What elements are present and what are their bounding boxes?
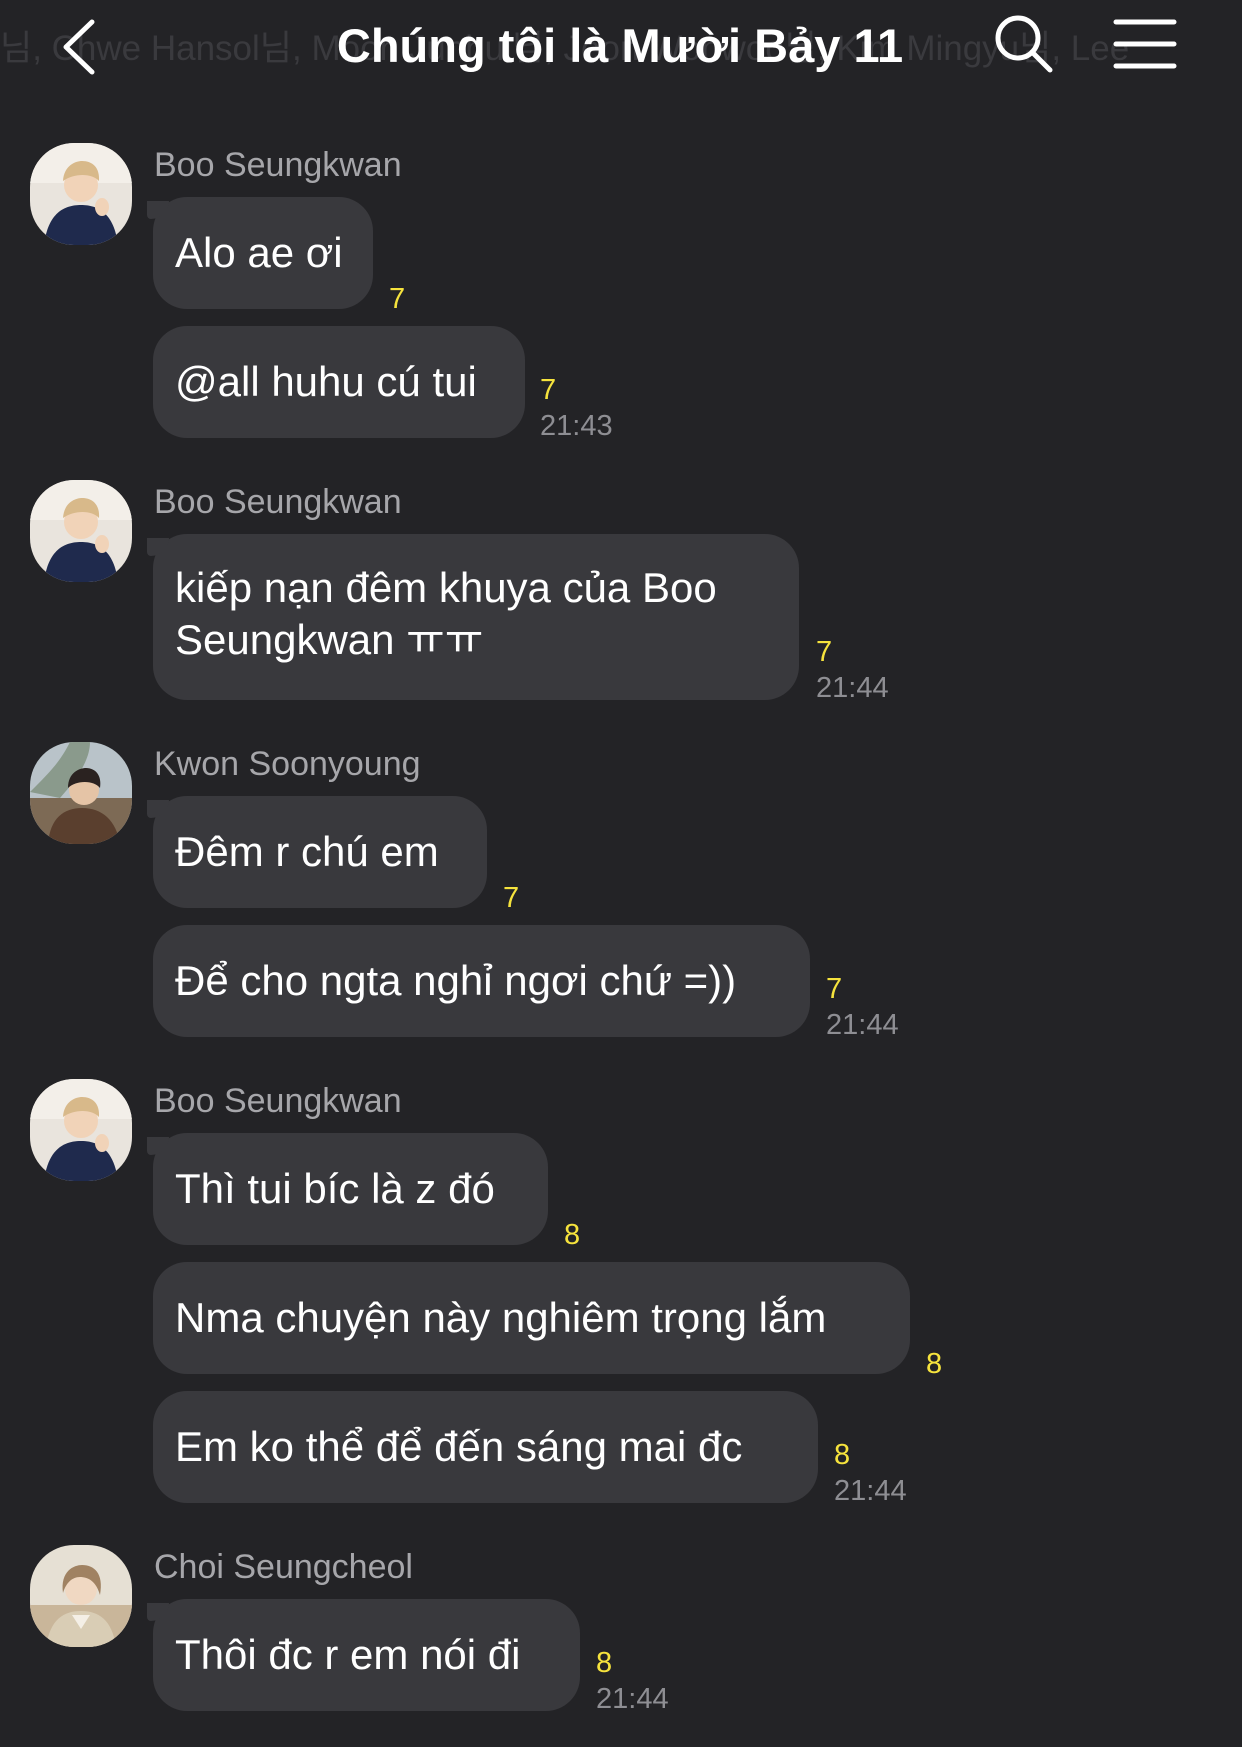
message-timestamp: 21:43	[540, 410, 613, 442]
message-timestamp: 21:44	[826, 1009, 899, 1041]
avatar-boo-seungkwan[interactable]	[30, 480, 132, 582]
chat-header: 님, Chwe Hansol님, Moon Junhui님, Jeon Wonw…	[0, 0, 1242, 100]
profile-photo-icon	[30, 480, 132, 582]
profile-photo-icon	[30, 742, 132, 844]
chat-title: Chúng tôi là Mười Bảy 11	[336, 19, 904, 72]
menu-button[interactable]	[1112, 16, 1178, 72]
profile-photo-icon	[30, 1079, 132, 1181]
message-bubble[interactable]: Nma chuyện này nghiêm trọng lắm	[153, 1262, 910, 1374]
hamburger-menu-icon	[1113, 19, 1177, 69]
message-timestamp: 21:44	[596, 1683, 669, 1715]
message-timestamp: 21:44	[834, 1475, 907, 1507]
unread-count: 8	[564, 1219, 581, 1251]
avatar-boo-seungkwan[interactable]	[30, 1079, 132, 1181]
avatar-kwon-soonyoung[interactable]	[30, 742, 132, 844]
unread-count: 8	[596, 1647, 613, 1679]
sender-name: Choi Seungcheol	[154, 1548, 413, 1586]
sender-name: Kwon Soonyoung	[154, 745, 421, 783]
unread-count: 7	[503, 882, 520, 914]
sender-name: Boo Seungkwan	[154, 483, 402, 521]
message-bubble[interactable]: kiếp nạn đêm khuya của Boo Seungkwan ㅠㅠ	[147, 534, 799, 700]
message-bubble[interactable]: Thôi đc r em nói đi	[147, 1599, 580, 1711]
sender-name: Boo Seungkwan	[154, 146, 402, 184]
unread-count: 8	[834, 1439, 851, 1471]
sender-name: Boo Seungkwan	[154, 1082, 402, 1120]
chevron-left-icon	[63, 19, 95, 75]
message-bubble[interactable]: Thì tui bíc là z đó	[147, 1133, 548, 1245]
message-bubble[interactable]: Em ko thể để đến sáng mai đc	[153, 1391, 818, 1503]
unread-count: 8	[926, 1348, 943, 1380]
message-bubble[interactable]: @all huhu cú tui	[153, 326, 525, 438]
message-bubble[interactable]: Để cho ngta nghỉ ngơi chứ =))	[153, 925, 810, 1037]
avatar-choi-seungcheol[interactable]	[30, 1545, 132, 1647]
unread-count: 7	[389, 283, 406, 315]
avatar-boo-seungkwan[interactable]	[30, 143, 132, 245]
message-timestamp: 21:44	[816, 672, 889, 704]
unread-count: 7	[540, 374, 557, 406]
unread-count: 7	[816, 636, 833, 668]
profile-photo-icon	[30, 143, 132, 245]
message-bubble[interactable]: Alo ae ơi	[147, 197, 373, 309]
search-button[interactable]	[992, 12, 1056, 76]
unread-count: 7	[826, 973, 843, 1005]
back-button[interactable]	[52, 14, 112, 80]
message-bubble[interactable]: Đêm r chú em	[147, 796, 487, 908]
profile-photo-icon	[30, 1545, 132, 1647]
search-icon	[995, 15, 1053, 73]
